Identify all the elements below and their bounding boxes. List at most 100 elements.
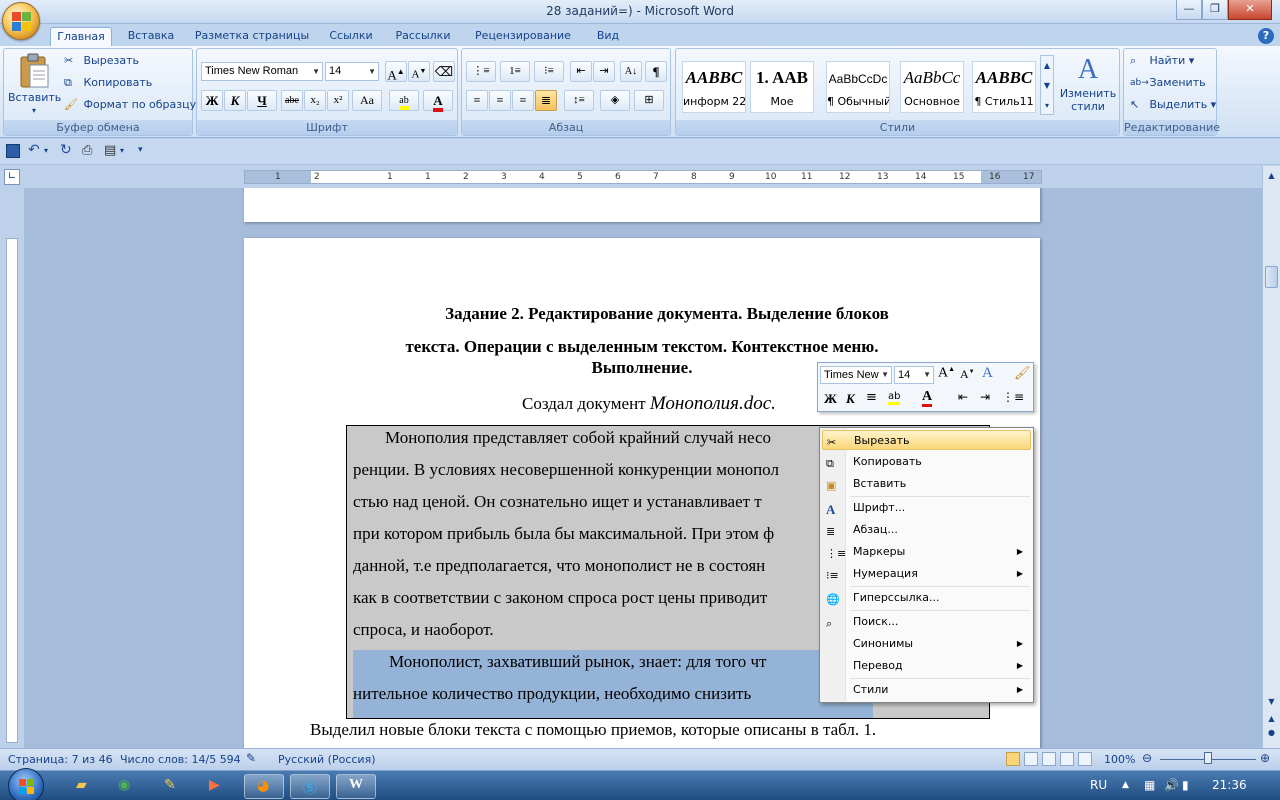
menu-item-synonyms[interactable]: Синонимы ▶ (822, 634, 1031, 654)
strikethrough-button[interactable]: abe (281, 90, 303, 111)
italic-button[interactable]: К (224, 90, 246, 111)
align-left-button[interactable]: ≡ (466, 90, 488, 111)
scroll-up-icon[interactable]: ▲ (1264, 168, 1279, 183)
tray-expand-icon[interactable]: ▲ (1122, 780, 1129, 790)
scroll-down-icon[interactable]: ▼ (1264, 694, 1279, 709)
mini-highlight-icon[interactable]: ab (888, 391, 901, 405)
taskbar-app-media[interactable]: ▶ (196, 774, 236, 799)
find-button[interactable]: ⌕ Найти ▾ (1130, 52, 1194, 70)
style-inform22[interactable]: AABBC информ 22 (682, 61, 746, 113)
mini-bold-icon[interactable]: Ж (824, 391, 837, 407)
mini-bullets-icon[interactable]: ⋮≡ (1002, 390, 1024, 404)
close-button[interactable]: ✕ (1228, 0, 1272, 20)
mini-center-icon[interactable]: ≡ (866, 390, 877, 405)
power-icon[interactable]: ▮ (1182, 778, 1189, 792)
clock[interactable]: 21:36 (1212, 778, 1247, 792)
highlight-button[interactable]: ab (389, 90, 419, 111)
line-spacing-button[interactable]: ↕≡ (564, 90, 594, 111)
menu-item-hyperlink[interactable]: 🌐 Гиперссылка... (822, 588, 1031, 608)
page-count[interactable]: Страница: 7 из 46 (8, 753, 113, 766)
help-icon[interactable]: ? (1258, 28, 1274, 44)
prev-page-icon[interactable]: ▲ (1264, 714, 1279, 728)
zoom-level[interactable]: 100% (1104, 753, 1135, 766)
underline-button[interactable]: Ч (247, 90, 277, 111)
menu-item-font[interactable]: A Шрифт... (822, 498, 1031, 518)
tab-insert[interactable]: Вставка (120, 27, 182, 47)
taskbar-app-chrome[interactable]: ◉ (106, 774, 146, 799)
network-icon[interactable]: ▦ (1144, 778, 1155, 792)
tab-view[interactable]: Вид (588, 27, 628, 47)
subscript-button[interactable]: x₂ (304, 90, 326, 111)
font-size-combo[interactable]: 14 ▼ (325, 62, 379, 81)
mini-styles-icon[interactable]: A (982, 365, 993, 382)
cut-button[interactable]: ✂ Вырезать (64, 52, 139, 70)
taskbar-app-word[interactable]: W (336, 774, 376, 799)
style-normal[interactable]: AaBbCcDc ¶ Обычный (826, 61, 890, 113)
mini-italic-icon[interactable]: К (846, 391, 855, 407)
sort-button[interactable]: A↓ (620, 61, 642, 82)
preview-dropdown-icon[interactable]: ▾ (120, 146, 124, 155)
taskbar-app-firefox[interactable]: ◕ (244, 774, 284, 799)
clear-format-button[interactable]: ⌫ (433, 61, 455, 82)
decrease-indent-button[interactable]: ⇤ (570, 61, 592, 82)
start-button[interactable] (8, 768, 44, 800)
menu-item-styles[interactable]: Стили ▶ (822, 680, 1031, 700)
scroll-thumb[interactable] (1265, 266, 1278, 288)
superscript-button[interactable]: x² (327, 90, 349, 111)
select-button[interactable]: ↖ Выделить ▾ (1130, 96, 1216, 114)
menu-item-copy[interactable]: ⧉ Копировать (822, 452, 1031, 472)
draft-view-icon[interactable] (1078, 752, 1092, 766)
horizontal-ruler[interactable]: 1 2 1 1 2 3 4 5 6 7 8 9 10 11 12 13 14 1… (244, 170, 1042, 184)
preview-icon[interactable]: ▤ (104, 143, 116, 158)
minimize-button[interactable]: — (1176, 0, 1202, 20)
mini-grow-font-icon[interactable]: A▲ (938, 365, 955, 382)
style-osnovnoe[interactable]: AaBbCc Основное (900, 61, 964, 113)
undo-icon[interactable]: ↶ (28, 142, 40, 158)
full-screen-view-icon[interactable] (1024, 752, 1038, 766)
taskbar-app-skype[interactable]: Ⓢ (290, 774, 330, 799)
tab-page-layout[interactable]: Разметка страницы (192, 27, 312, 47)
font-color-button[interactable]: A (423, 90, 453, 112)
proofing-icon[interactable]: ✎ (246, 751, 256, 765)
print-layout-view-icon[interactable] (1006, 752, 1020, 766)
replace-button[interactable]: ab→ Заменить (1130, 74, 1206, 92)
align-center-button[interactable]: ≡ (489, 90, 511, 111)
tab-home[interactable]: Главная (50, 27, 112, 47)
paste-button[interactable]: Вставить ▾ (8, 51, 61, 119)
zoom-out-icon[interactable]: ⊖ (1142, 751, 1152, 765)
copy-button[interactable]: ⧉ Копировать (64, 74, 152, 92)
save-icon[interactable] (6, 144, 20, 158)
menu-item-paste[interactable]: ▣ Вставить (822, 474, 1031, 494)
menu-item-translate[interactable]: Перевод ▶ (822, 656, 1031, 676)
volume-icon[interactable]: 🔊 (1164, 778, 1179, 792)
browse-object-icon[interactable]: ● (1264, 728, 1279, 742)
menu-item-paragraph[interactable]: ≣ Абзац... (822, 520, 1031, 540)
menu-item-research[interactable]: ⌕ Поиск... (822, 612, 1031, 632)
mini-format-painter-icon[interactable]: 🖌 (1014, 366, 1031, 381)
style-style11[interactable]: AABBC ¶ Стиль11 (972, 61, 1036, 113)
numbering-button[interactable]: 1≡ (500, 61, 530, 82)
undo-dropdown-icon[interactable]: ▾ (44, 146, 48, 155)
language-status[interactable]: Русский (Россия) (278, 753, 376, 766)
taskbar-app-explorer[interactable]: ▰ (64, 774, 104, 799)
zoom-slider-thumb[interactable] (1204, 752, 1212, 764)
shading-button[interactable]: ◈ (600, 90, 630, 111)
web-view-icon[interactable] (1042, 752, 1056, 766)
zoom-in-icon[interactable]: ⊕ (1260, 751, 1270, 765)
mini-font-color-icon[interactable]: A (922, 390, 933, 407)
print-icon[interactable]: ⎙ (82, 143, 92, 158)
mini-size-combo[interactable]: 14 ▼ (894, 366, 934, 384)
format-painter-button[interactable]: 🖌 Формат по образцу (64, 96, 196, 114)
redo-icon[interactable]: ↻ (60, 142, 72, 158)
style-moe[interactable]: 1. AAB Мое (750, 61, 814, 113)
menu-item-bullets[interactable]: ⋮≡ Маркеры ▶ (822, 542, 1031, 562)
tab-selector-icon[interactable]: ∟ (4, 169, 20, 185)
multilevel-list-button[interactable]: ⁝≡ (534, 61, 564, 82)
outline-view-icon[interactable] (1060, 752, 1074, 766)
tab-review[interactable]: Рецензирование (468, 27, 578, 47)
menu-item-numbering[interactable]: ⁝≡ Нумерация ▶ (822, 564, 1031, 584)
borders-button[interactable]: ⊞ (634, 90, 664, 111)
language-indicator[interactable]: RU (1090, 778, 1107, 792)
align-right-button[interactable]: ≡ (512, 90, 534, 111)
restore-button[interactable]: ❐ (1202, 0, 1228, 20)
